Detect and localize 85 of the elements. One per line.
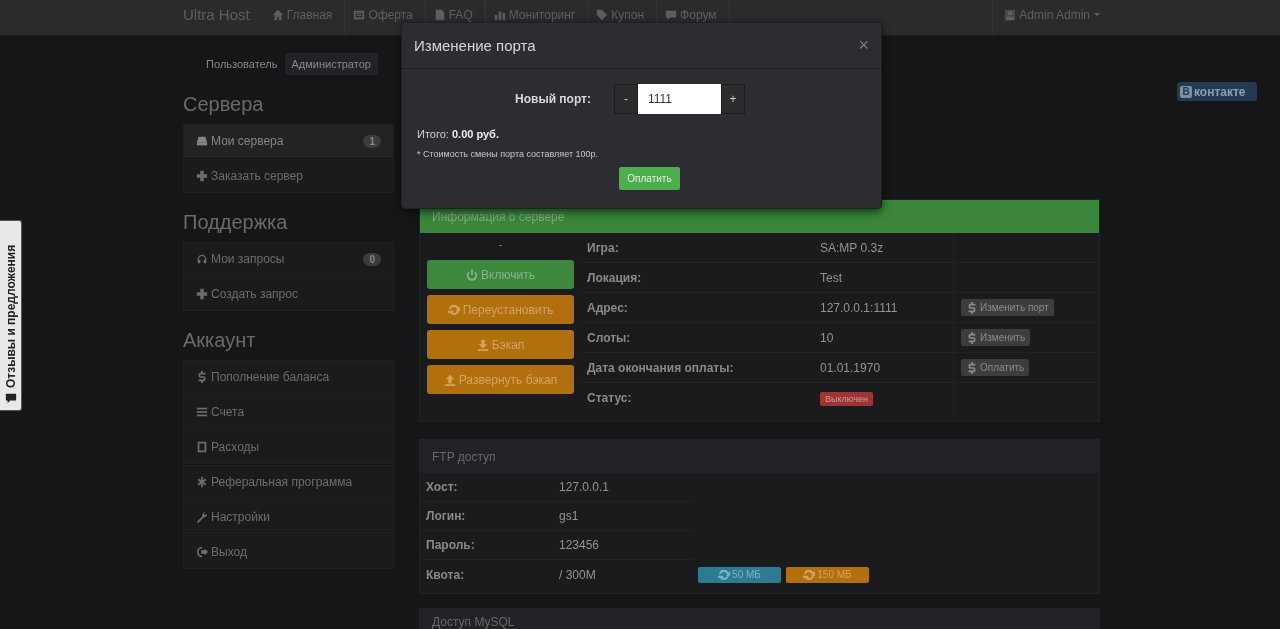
field-label: Квота: [425,567,466,582]
sidebar-item[interactable]: Реферальная программа [183,465,394,499]
sidebar-item[interactable]: Заказать сервер [183,159,394,193]
sidebar-item[interactable]: Создать запрос [183,277,394,311]
field-label: Слоты: [586,330,632,345]
wrench-icon [196,511,208,523]
server-action-button[interactable]: Развернуть бэкап [427,365,574,394]
dollar-icon [966,361,978,374]
field-value: / 300M [558,567,597,582]
server-action-button[interactable]: Бэкап [427,330,574,359]
speech-bubble-icon [665,8,678,21]
upload-icon [443,373,456,386]
sidebar-item[interactable]: Выход [183,535,394,569]
port-input[interactable]: 1111 [638,84,721,114]
field-label: Хост: [420,473,553,502]
refresh-icon [447,303,460,316]
asterisk-icon [196,476,208,488]
field-value: gs1 [553,502,693,531]
speech-bubble-icon [4,392,17,404]
plus-icon [196,288,208,300]
section-heading: Аккаунт [183,329,257,352]
modal-title: Изменение порта [414,37,536,54]
dollar-icon [966,301,978,314]
home-icon [271,8,284,21]
hard-drive-icon [196,135,208,147]
panel-header: Доступ MySQL [420,609,1099,629]
field-value: Test [819,270,843,285]
field-value: 01.01.1970 [819,360,882,375]
role-tab[interactable]: Пользователь [199,53,285,75]
sidebar-item[interactable]: Счета [183,395,394,429]
count-badge: 0 [363,252,381,266]
field-label: Игра: [586,240,620,255]
field-value: 123456 [553,531,693,560]
total-text: Итого: 0.00 руб. [417,128,500,140]
headphones-icon [196,253,208,265]
server-action-button[interactable]: Переустановить [427,295,574,324]
section-heading: Сервера [183,93,265,116]
field-label: Адрес: [586,300,629,315]
field-value: 127.0.0.1:1111 [819,300,899,315]
plus-icon [196,170,208,182]
book-icon [196,441,208,453]
sidebar-item[interactable]: Расходы [183,430,394,464]
social-button[interactable]: В контакте [1177,82,1257,101]
server-action-button[interactable]: Включить [427,260,574,289]
pay-button[interactable]: Оплатить [619,167,680,190]
power-icon [466,268,479,281]
user-icon [1004,8,1017,21]
quota-button[interactable]: 150 МБ [786,566,869,583]
panel-header: FTP доступ [420,440,1099,473]
action-button[interactable]: Изменить [961,329,1031,346]
refresh-icon [718,568,731,581]
sidebar-item[interactable]: Мои запросы 0 [183,242,394,276]
marker-text: - [497,239,504,252]
sidebar-item[interactable]: Настройки [183,500,394,534]
status-badge: Выключен [820,392,873,406]
download-icon [476,338,489,351]
dollar-icon [966,331,978,344]
note-text: * Стоимость смены порта составляет 100р. [417,149,600,159]
close-button[interactable]: × [858,35,869,56]
sidebar-item[interactable]: Мои сервера 1 [183,124,394,158]
role-tab[interactable]: Администратор [284,53,378,75]
action-button[interactable]: Изменить порт [961,299,1054,316]
quota-button[interactable]: 50 МБ [698,566,781,583]
field-value: 127.0.0.1 [553,473,693,502]
field-label: Статус: [586,391,633,405]
refresh-icon [803,568,816,581]
sidebar-item[interactable]: Пополнение баланса [183,360,394,394]
section-heading: Поддержка [183,211,289,234]
field-label: Локация: [586,270,643,285]
field-value: 10 [819,330,835,345]
action-button[interactable]: Оплатить [961,359,1030,376]
dollar-icon [196,371,208,383]
increment-button[interactable]: + [721,84,745,114]
decrement-button[interactable]: - [614,84,638,114]
field-label: Новый порт: [514,92,591,106]
logout-icon [196,546,208,558]
field-label: Пароль: [420,531,553,560]
document-icon [353,8,366,21]
count-badge: 1 [363,134,381,148]
caret-icon [1094,13,1100,16]
field-value: SA:MP 0.3z [819,240,885,255]
feedback-tab[interactable]: Отзывы и предложения [0,220,22,411]
field-label: Дата окончания оплаты: [586,360,735,375]
list-icon [196,406,208,418]
field-label: Логин: [420,502,553,531]
